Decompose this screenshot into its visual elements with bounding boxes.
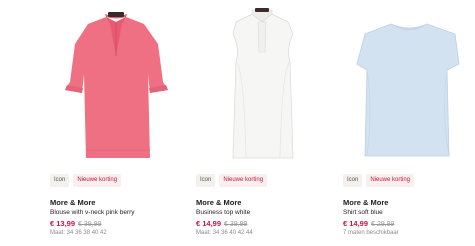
product-sizes: Maat: 34 36 38 40 42 xyxy=(50,230,107,236)
price-new: € 14,99 xyxy=(343,219,369,228)
product-brand: More & More xyxy=(343,198,389,207)
product-brand: More & More xyxy=(50,198,96,207)
product-name[interactable]: Blouse with v-neck pink berry xyxy=(50,209,135,216)
product-image[interactable] xyxy=(343,0,475,164)
price-new: € 13,99 xyxy=(50,219,76,228)
price-old: € 29,99 xyxy=(371,221,395,228)
product-card[interactable]: Icon Nieuwe korting More & More Blouse w… xyxy=(50,0,183,246)
product-image[interactable] xyxy=(50,0,183,164)
blue-shirt-icon xyxy=(356,23,460,157)
product-image[interactable] xyxy=(196,0,329,164)
price-new: € 14,99 xyxy=(196,219,222,228)
white-top-icon xyxy=(232,8,294,159)
product-card[interactable]: Icon Nieuwe korting More & More Shirt so… xyxy=(343,0,475,246)
product-name[interactable]: Business top white xyxy=(196,209,250,216)
badge-promo: Nieuwe korting xyxy=(366,174,415,187)
badge-promo: Nieuwe korting xyxy=(73,174,122,187)
product-prices: € 13,99 € 39,99 xyxy=(50,219,101,228)
product-sizes: Maat: 34 36 40 42 44 xyxy=(196,230,253,236)
product-sizes: 7 maten beschikbaar xyxy=(343,230,399,236)
product-name[interactable]: Shirt soft blue xyxy=(343,209,383,216)
badge-new: Icon xyxy=(196,174,216,187)
badge-new: Icon xyxy=(50,174,70,187)
badge-promo: Nieuwe korting xyxy=(219,174,268,187)
price-old: € 39,99 xyxy=(224,221,248,228)
price-old: € 39,99 xyxy=(78,221,102,228)
product-prices: € 14,99 € 39,99 xyxy=(196,219,247,228)
badge-new: Icon xyxy=(343,174,363,187)
pink-blouse-icon xyxy=(65,12,168,158)
product-card[interactable]: Icon Nieuwe korting More & More Business… xyxy=(196,0,329,246)
product-brand: More & More xyxy=(196,198,242,207)
product-prices: € 14,99 € 29,99 xyxy=(343,219,394,228)
